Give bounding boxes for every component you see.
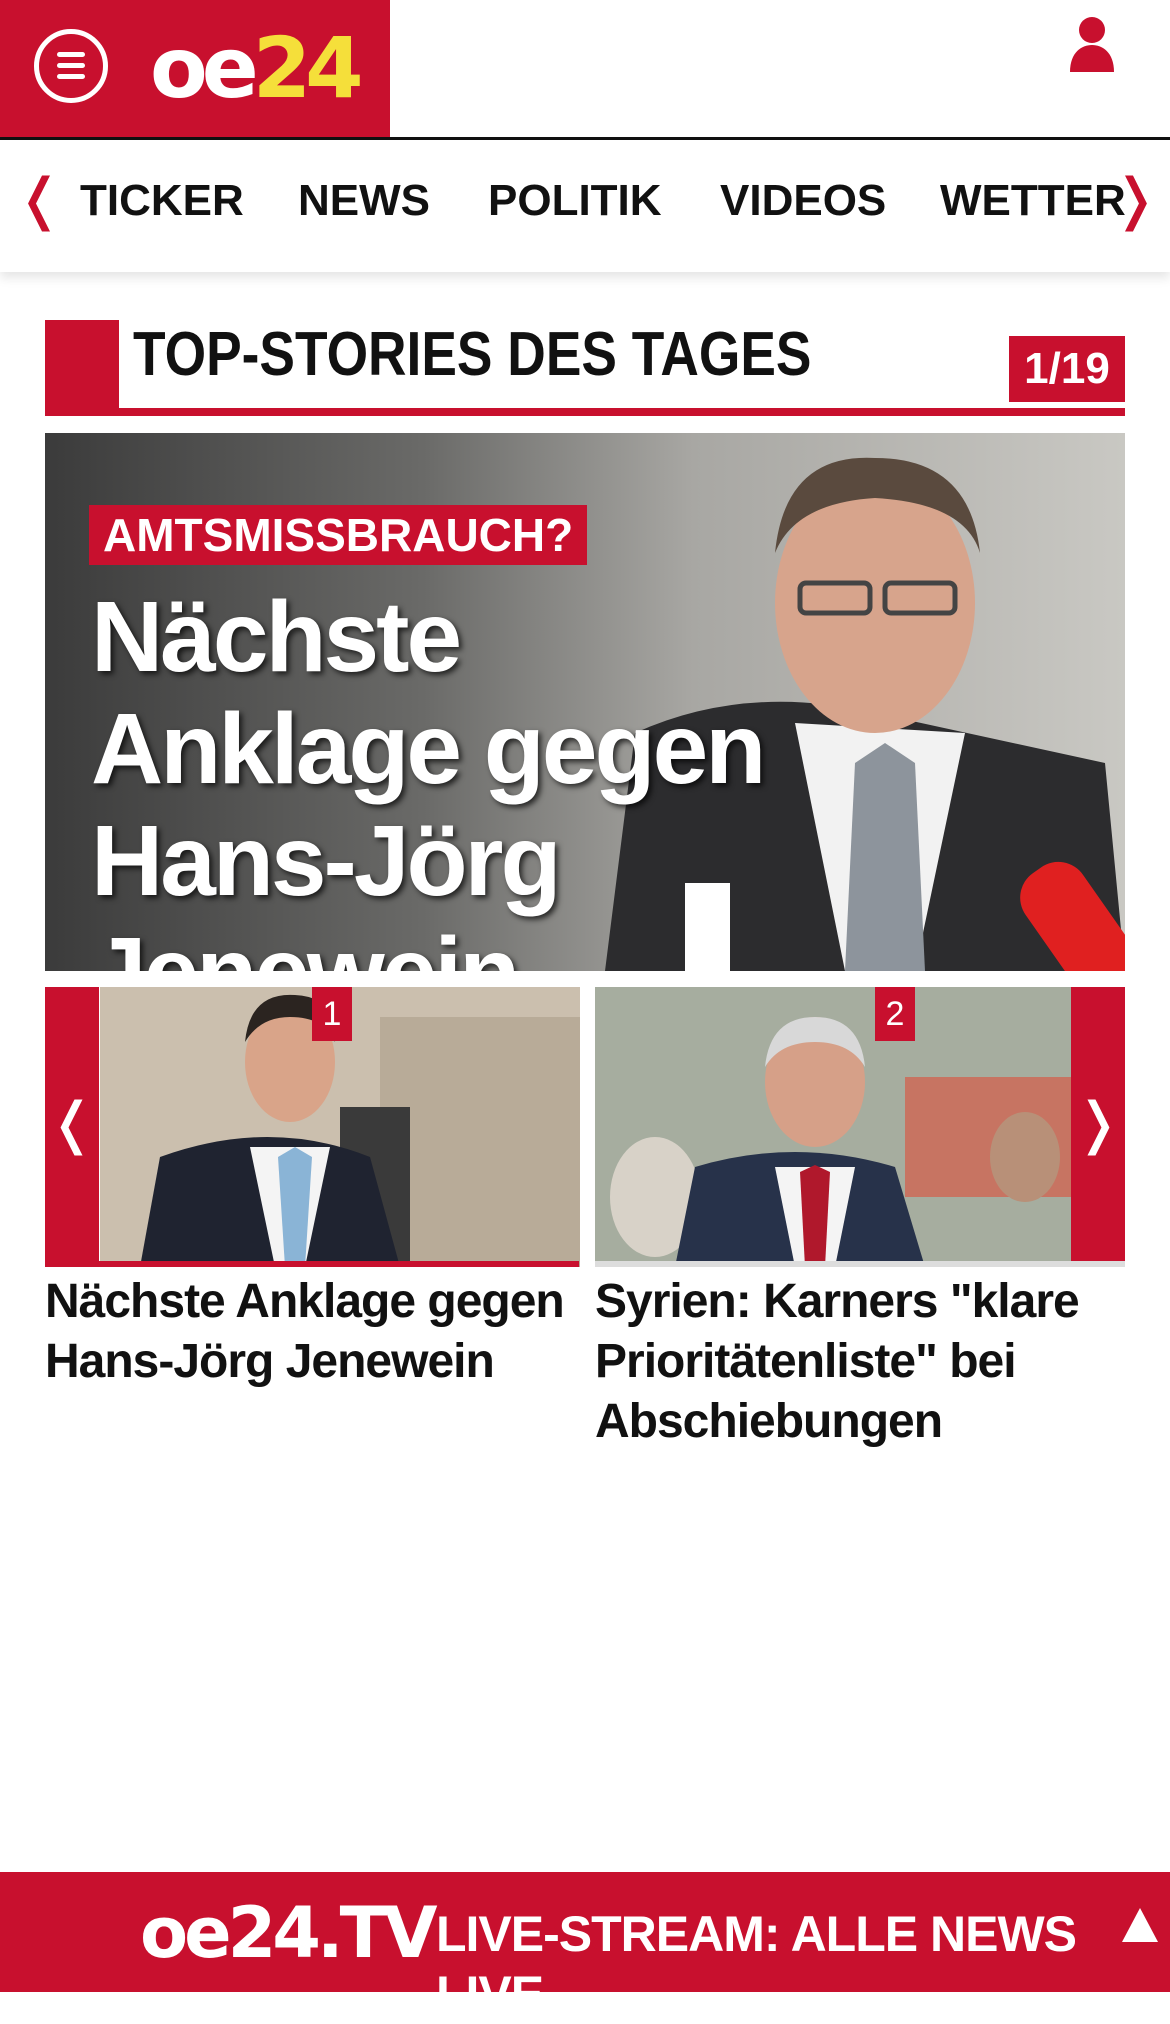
carousel-next-arrow-icon[interactable]: ❭	[1071, 987, 1125, 1261]
nav-prev-arrow-icon[interactable]: ❬	[16, 170, 63, 230]
nav-item-videos[interactable]: VIDEOS	[720, 176, 886, 226]
logo-text-oe: oe	[150, 19, 259, 117]
hamburger-menu-icon[interactable]	[34, 29, 108, 103]
section-title: TOP-STORIES DES TAGES	[133, 320, 812, 389]
hero-headline: Nächste Anklage gegen Hans-Jörg Jenewein	[91, 581, 766, 971]
live-stream-banner[interactable]: oe24.TV LIVE-STREAM: ALLE NEWS LIVE	[0, 1872, 1170, 2022]
hero-kicker: AMTSMISSBRAUCH?	[89, 505, 588, 565]
category-nav: ❬ TICKER NEWS POLITIK VIDEOS WETTER ❭	[0, 140, 1170, 272]
slide-counter: 1/19	[1009, 336, 1125, 402]
thumb-1-caption[interactable]: Nächste Anklage gegen Hans-Jörg Jenewein	[45, 1272, 575, 1392]
section-header: TOP-STORIES DES TAGES 1/19	[45, 320, 1125, 416]
live-stream-text: LIVE-STREAM: ALLE NEWS LIVE	[436, 1906, 1077, 2022]
nav-item-news[interactable]: NEWS	[298, 176, 430, 226]
thumb-story-1[interactable]: 1	[100, 987, 580, 1267]
nav-item-wetter[interactable]: WETTER	[940, 176, 1126, 226]
logo-area: oe24	[0, 0, 390, 137]
hero-story[interactable]: AMTSMISSBRAUCH? Nächste Anklage gegen Ha…	[45, 433, 1125, 971]
section-marker	[45, 320, 119, 408]
scroll-up-icon[interactable]	[1122, 1908, 1158, 1942]
user-account-icon[interactable]	[1068, 14, 1116, 74]
logo-text-24: 24	[252, 19, 364, 117]
carousel-prev-arrow-icon[interactable]: ❬	[45, 987, 99, 1261]
nav-item-ticker[interactable]: TICKER	[80, 176, 244, 226]
thumb-story-2[interactable]: 2	[595, 987, 1071, 1267]
nav-next-arrow-icon[interactable]: ❭	[1112, 170, 1159, 230]
tv-logo: oe24.TV	[140, 1892, 437, 1974]
nav-item-politik[interactable]: POLITIK	[488, 176, 662, 226]
site-logo[interactable]: oe24	[150, 18, 364, 118]
thumb-2-bar	[595, 1261, 1125, 1267]
thumb-1-active-bar	[45, 1261, 579, 1267]
thumb-2-photo	[595, 987, 1071, 1267]
thumb-2-caption[interactable]: Syrien: Karners "klare Prioritätenliste"…	[595, 1272, 1125, 1452]
thumb-1-badge: 1	[312, 987, 352, 1041]
thumb-2-badge: 2	[875, 987, 915, 1041]
top-header: oe24	[0, 0, 1170, 140]
